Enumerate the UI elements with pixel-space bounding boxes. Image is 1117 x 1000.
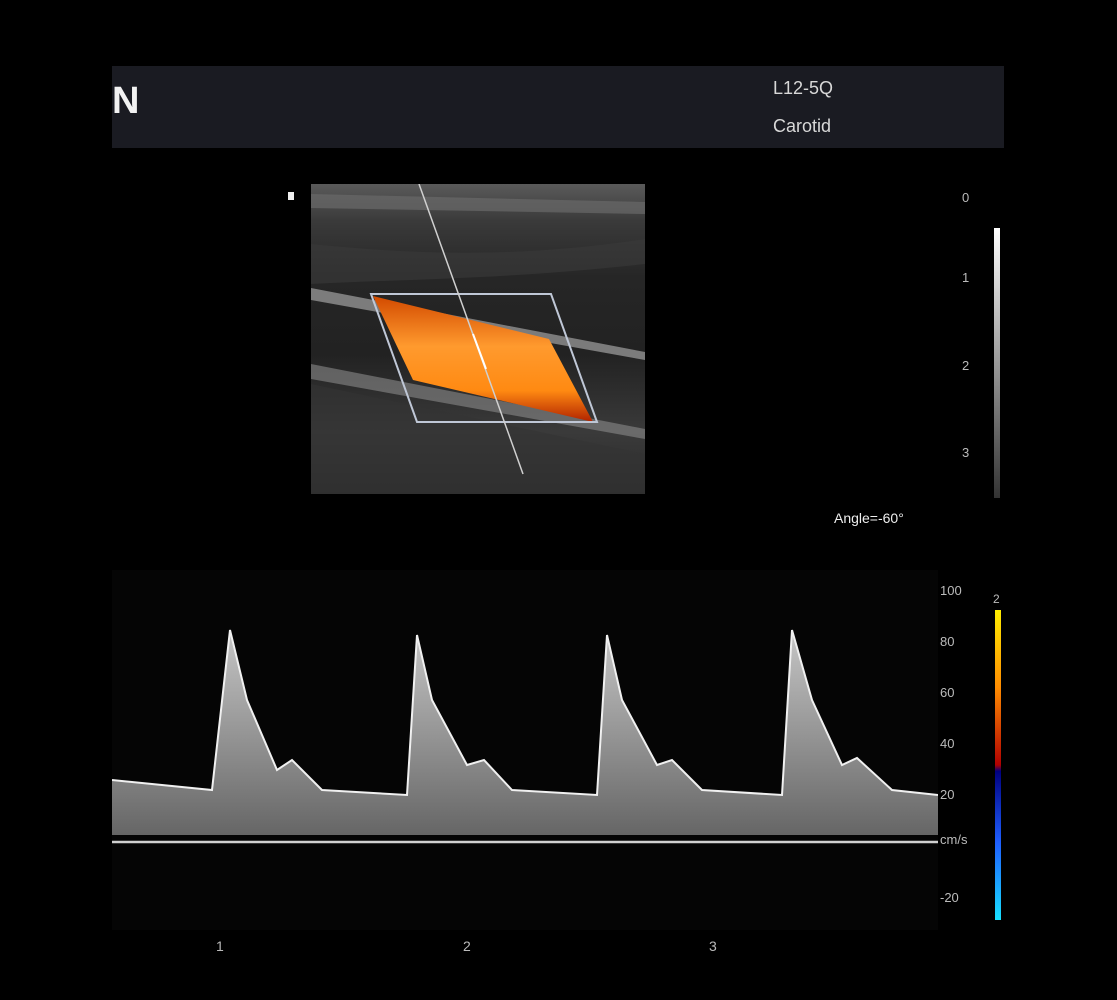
time-tick-2: 2 (463, 938, 471, 954)
velocity-tick-minus20: -20 (940, 890, 959, 905)
header-bar (112, 66, 1004, 148)
velocity-unit: cm/s (940, 832, 968, 847)
velocity-tick-40: 40 (940, 736, 955, 751)
velocity-tick-60: 60 (940, 685, 955, 700)
velocity-tick-100: 100 (940, 583, 962, 598)
velocity-tick-80: 80 (940, 634, 955, 649)
velocity-tick-20: 20 (940, 787, 955, 802)
probe-label: L12-5Q (773, 78, 834, 98)
depth-tick-0: 0 (962, 190, 970, 205)
depth-tick-1: 1 (962, 270, 970, 285)
color-scale-top: 2 (993, 592, 1000, 606)
preset-label: Carotid (773, 116, 832, 136)
bmode-svg (311, 184, 645, 494)
time-tick-3: 3 (709, 938, 717, 954)
bmode-image (311, 184, 645, 494)
time-tick-1: 1 (216, 938, 224, 954)
spectral-doppler (112, 570, 938, 930)
orientation-marker (288, 192, 294, 200)
color-velocity-bar (995, 610, 1001, 920)
brand-logo: N (112, 80, 139, 122)
depth-tick-3: 3 (962, 445, 970, 460)
grayscale-bar (994, 228, 1000, 498)
angle-label: Angle=-60° (834, 510, 904, 526)
depth-tick-2: 2 (962, 358, 970, 373)
